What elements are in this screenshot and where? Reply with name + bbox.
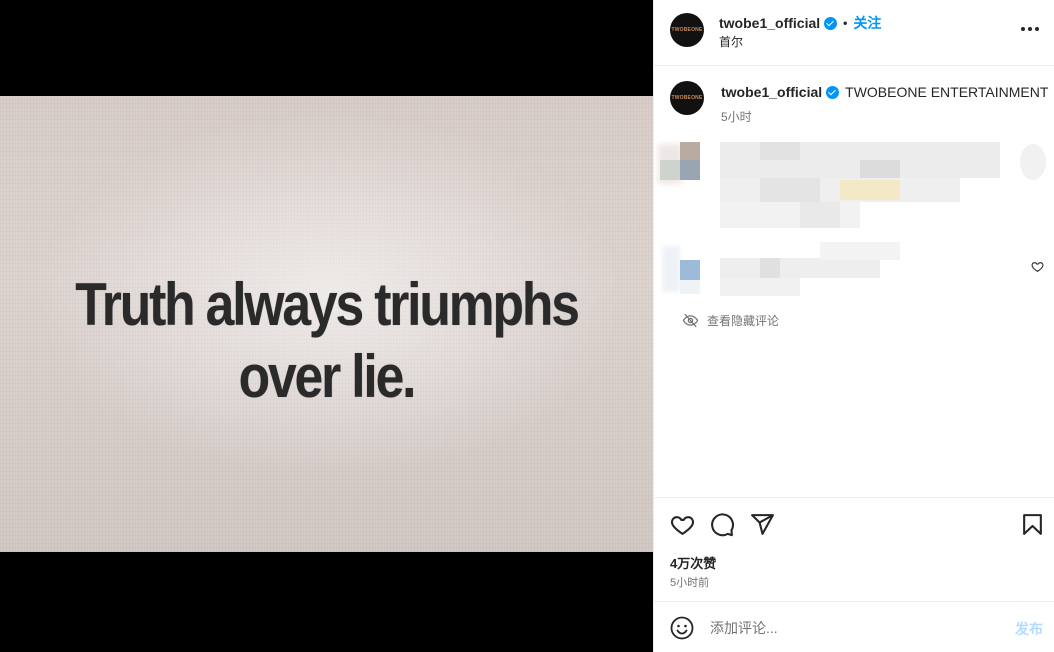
redacted-comment-1 bbox=[654, 140, 1054, 232]
separator-dot: • bbox=[843, 16, 848, 30]
post-side-panel: TWOBEONE twobe1_official • 关注 首尔 TWOBEON… bbox=[653, 0, 1054, 652]
eye-off-icon bbox=[682, 313, 699, 328]
view-hidden-comments-label: 查看隐藏评论 bbox=[707, 314, 780, 328]
image-quote-line-2: over lie. bbox=[238, 343, 417, 410]
post-image[interactable]: Truth always triumphs over lie. bbox=[0, 96, 653, 552]
caption-text: TWOBEONE ENTERTAINMENT bbox=[845, 84, 1049, 100]
comment-input[interactable] bbox=[710, 616, 1000, 640]
image-quote-line-1: Truth always triumphs bbox=[75, 271, 580, 338]
view-hidden-comments-button[interactable]: 查看隐藏评论 bbox=[682, 312, 779, 329]
post-comment-button[interactable]: 发布 bbox=[1015, 619, 1043, 639]
caption-username[interactable]: twobe1_official bbox=[721, 84, 822, 100]
post-actions: 4万次赞 5小时前 bbox=[654, 497, 1054, 602]
header-username[interactable]: twobe1_official bbox=[719, 15, 820, 31]
verified-badge-icon bbox=[824, 16, 838, 30]
follow-button[interactable]: 关注 bbox=[853, 13, 881, 33]
media-viewer: Truth always triumphs over lie. bbox=[0, 0, 653, 652]
bookmark-icon[interactable] bbox=[1020, 512, 1045, 537]
more-options-icon[interactable] bbox=[1021, 27, 1039, 31]
account-avatar[interactable]: TWOBEONE bbox=[670, 13, 704, 47]
likes-count[interactable]: 4万次赞 bbox=[670, 553, 716, 572]
verified-badge-icon bbox=[826, 85, 840, 99]
post-header: TWOBEONE twobe1_official • 关注 首尔 bbox=[654, 0, 1054, 66]
caption-avatar[interactable]: TWOBEONE bbox=[670, 81, 704, 115]
heart-icon[interactable] bbox=[670, 512, 695, 537]
post-time-ago[interactable]: 5小时前 bbox=[670, 574, 709, 590]
caption-time: 5小时 bbox=[721, 110, 752, 124]
image-quote-text: Truth always triumphs over lie. bbox=[46, 269, 608, 413]
caption-line: twobe1_official TWOBEONE ENTERTAINMENT bbox=[721, 84, 1048, 100]
twobeone-logo-icon: TWOBEONE bbox=[671, 95, 703, 101]
share-icon[interactable] bbox=[750, 512, 775, 537]
comment-composer: 发布 bbox=[654, 601, 1054, 652]
emoji-icon[interactable] bbox=[670, 616, 694, 640]
twobeone-logo-icon: TWOBEONE bbox=[671, 27, 703, 33]
comment-icon[interactable] bbox=[710, 512, 735, 537]
comment-like-heart-icon[interactable] bbox=[1031, 260, 1044, 273]
redacted-comment-2 bbox=[654, 240, 1014, 298]
location-link[interactable]: 首尔 bbox=[719, 33, 743, 50]
header-username-row: twobe1_official • 关注 bbox=[719, 13, 881, 33]
